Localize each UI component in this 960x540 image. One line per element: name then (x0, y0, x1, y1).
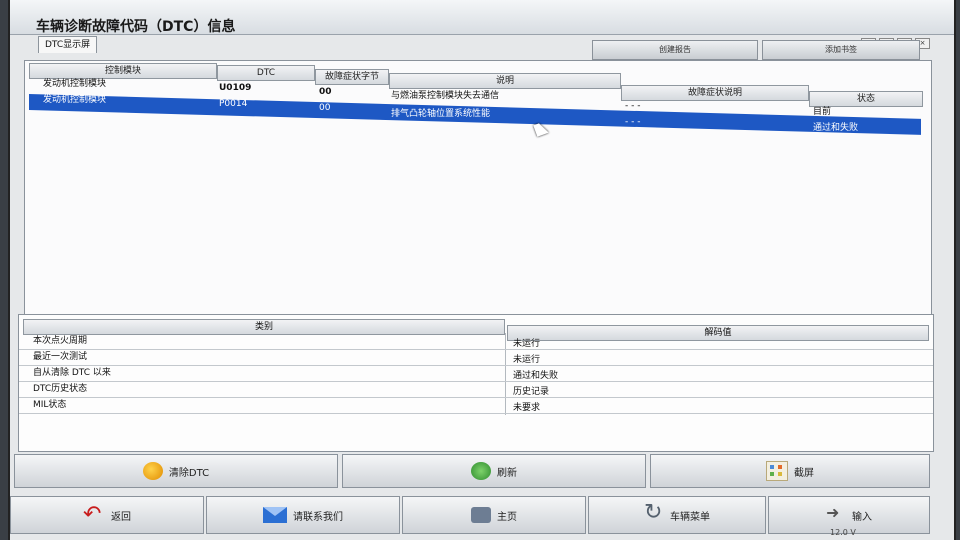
voltage-indicator: 12.0 V (830, 528, 856, 537)
screenshot-icon (766, 461, 788, 481)
row2-byte[interactable]: 00 (319, 101, 330, 115)
forward-arrow-icon (826, 503, 846, 524)
info-row[interactable]: 本次点火周期 未运行 (19, 333, 933, 350)
clear-dtc-button[interactable]: 清除DTC (14, 454, 338, 488)
refresh-circle-icon (644, 500, 664, 525)
refresh-icon (471, 462, 491, 480)
info-row[interactable]: 最近一次测试 未运行 (19, 349, 933, 366)
mail-icon (263, 507, 287, 523)
row1-byte[interactable]: 00 (319, 85, 332, 99)
page-title: 车辆诊断故障代码（DTC）信息 (36, 19, 236, 35)
info-category: MIL状态 (33, 400, 67, 410)
refresh-label: 刷新 (497, 467, 517, 479)
row2-status[interactable]: 通过和失败 (813, 121, 858, 135)
screenshot-button[interactable]: 截屏 (650, 454, 930, 488)
info-category: DTC历史状态 (33, 384, 88, 394)
back-button[interactable]: 返回 (10, 496, 204, 534)
vehicle-menu-label: 车辆菜单 (670, 511, 710, 523)
contact-us-button[interactable]: 请联系我们 (206, 496, 400, 534)
info-row[interactable]: MIL状态 未要求 (19, 397, 933, 414)
home-button[interactable]: 主页 (402, 496, 586, 534)
clear-dtc-icon (142, 462, 163, 480)
add-bookmark-label: 添加书签 (825, 45, 857, 54)
tab-dtc-display[interactable]: DTC显示屏 (38, 36, 98, 53)
header-dtc[interactable]: DTC (217, 65, 315, 81)
row1-dtc[interactable]: U0109 (219, 81, 251, 95)
diagnostic-screen: 车辆诊断故障代码（DTC）信息 DTC显示屏 ? _ □ × 创建报告 添加书签… (8, 0, 956, 540)
contact-us-label: 请联系我们 (293, 511, 343, 523)
info-value: 未要求 (513, 403, 541, 413)
header-symptom-byte[interactable]: 故障症状字节 (315, 69, 389, 85)
info-category: 本次点火周期 (33, 336, 88, 346)
info-row[interactable]: 自从清除 DTC 以来 通过和失败 (19, 365, 933, 382)
create-report-label: 创建报告 (659, 45, 691, 54)
info-category: 自从清除 DTC 以来 (33, 368, 111, 378)
dtc-table: 控制模块 DTC 故障症状字节 说明 故障症状说明 状态 发动机控制模块 U01… (24, 60, 932, 320)
add-bookmark-button[interactable]: 添加书签 (762, 40, 920, 60)
title-bar: 车辆诊断故障代码（DTC）信息 (10, 0, 954, 35)
input-label: 输入 (852, 511, 872, 523)
header-symptom-description[interactable]: 故障症状说明 (621, 85, 809, 101)
create-report-button[interactable]: 创建报告 (592, 40, 758, 60)
vehicle-menu-button[interactable]: 车辆菜单 (588, 496, 766, 534)
header-description[interactable]: 说明 (389, 73, 621, 89)
info-row[interactable]: DTC历史状态 历史记录 (19, 381, 933, 398)
row2-description[interactable]: 排气凸轮轴位置系统性能 (391, 107, 490, 121)
row2-dtc[interactable]: P0014 (219, 97, 247, 111)
home-icon (471, 507, 491, 523)
back-arrow-icon (83, 502, 105, 527)
back-label: 返回 (111, 511, 131, 523)
home-label: 主页 (497, 511, 517, 523)
clear-dtc-label: 清除DTC (168, 467, 210, 479)
row2-module[interactable]: 发动机控制模块 (43, 93, 106, 107)
row1-description[interactable]: 与燃油泵控制模块失去通信 (391, 89, 499, 103)
info-category: 最近一次测试 (33, 352, 88, 362)
row1-module[interactable]: 发动机控制模块 (43, 77, 106, 91)
refresh-button[interactable]: 刷新 (342, 454, 646, 488)
row2-symptom[interactable]: - - - (625, 115, 640, 129)
dtc-status-table: 类别 解码值 本次点火周期 未运行 最近一次测试 未运行 自从清除 DTC 以来… (18, 314, 934, 452)
screenshot-label: 截屏 (794, 467, 814, 479)
